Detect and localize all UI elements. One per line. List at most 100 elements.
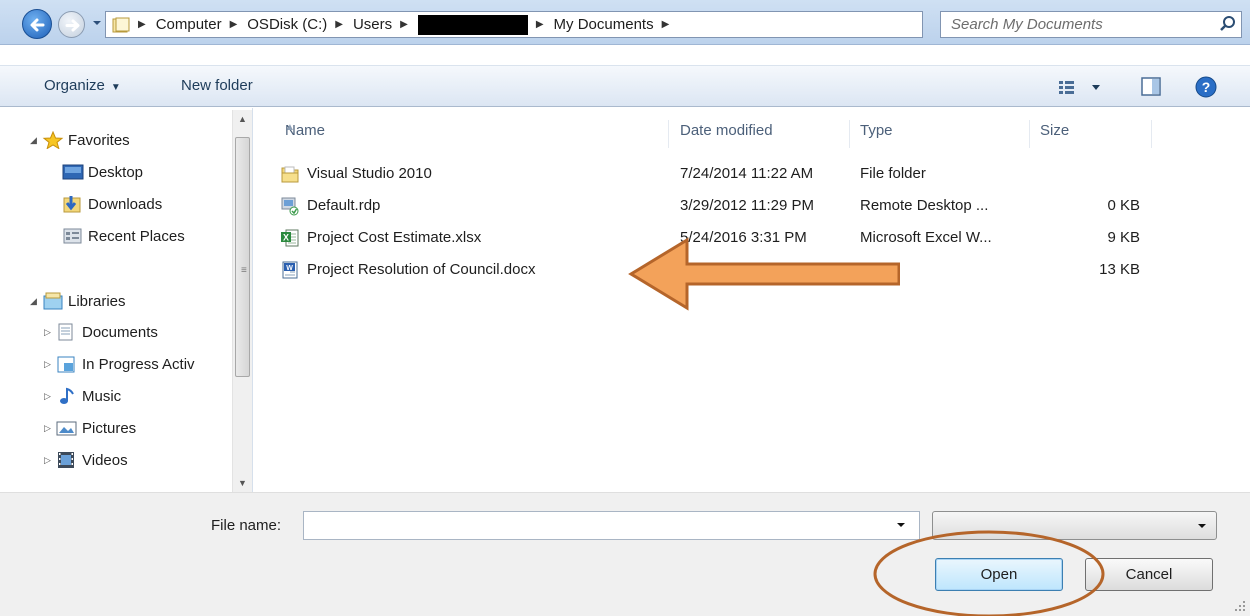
expand-triangle-icon[interactable]: ▷	[44, 423, 56, 434]
file-row-default-rdp[interactable]: Default.rdp 3/29/2012 11:29 PM Remote De…	[280, 193, 1240, 221]
nav-favorites[interactable]: ◢ Favorites	[30, 128, 130, 152]
back-arrow-icon	[30, 18, 45, 32]
column-header-name[interactable]: Name ▲	[277, 120, 669, 148]
nav-item-desktop[interactable]: Desktop	[62, 160, 143, 184]
collapse-triangle-icon[interactable]: ◢	[30, 135, 42, 146]
breadcrumb-separator-icon[interactable]: ▶	[230, 19, 238, 30]
search-icon[interactable]	[1218, 15, 1237, 34]
resize-grip-icon[interactable]	[1234, 600, 1246, 612]
column-header-date[interactable]: Date modified	[672, 120, 850, 148]
nav-libraries[interactable]: ◢ Libraries	[30, 289, 126, 313]
column-header-size[interactable]: Size	[1032, 120, 1152, 148]
file-name: Project Resolution of Council.docx	[307, 261, 536, 278]
organize-label: Organize	[44, 77, 105, 94]
breadcrumb-osdisk[interactable]: OSDisk (C:)	[247, 16, 327, 33]
scroll-down-icon[interactable]: ▼	[238, 478, 247, 488]
chevron-down-icon	[1198, 524, 1206, 528]
breadcrumb-users[interactable]: Users	[353, 16, 392, 33]
nav-libraries-label: Libraries	[68, 292, 126, 310]
nav-item-recent-places[interactable]: Recent Places	[62, 224, 185, 248]
nav-item-label: Pictures	[82, 419, 137, 437]
column-header-label: Date modified	[680, 122, 773, 139]
nav-item-pictures[interactable]: ▷ Pictures	[44, 416, 136, 440]
documents-library-icon	[58, 323, 73, 341]
nav-item-label: Recent Places	[88, 227, 185, 245]
file-name-input[interactable]	[303, 511, 920, 540]
nav-item-label: In Progress Activ	[82, 355, 195, 373]
expand-triangle-icon[interactable]: ▷	[44, 391, 56, 402]
column-header-type[interactable]: Type	[852, 120, 1030, 148]
nav-item-documents[interactable]: ▷ Documents	[44, 320, 158, 344]
recent-places-icon	[63, 228, 82, 244]
expand-triangle-icon[interactable]: ▷	[44, 455, 56, 466]
breadcrumb-separator-icon[interactable]: ▶	[662, 19, 670, 30]
word-file-icon: W	[282, 261, 298, 279]
expand-triangle-icon[interactable]: ▷	[44, 327, 56, 338]
search-input[interactable]: Search My Documents	[951, 16, 1103, 33]
nav-pane-scrollbar[interactable]: ▲ ≡ ▼	[232, 110, 252, 492]
svg-text:W: W	[286, 265, 293, 272]
rdp-file-icon	[281, 197, 299, 216]
forward-arrow-icon	[65, 19, 80, 32]
nav-favorites-label: Favorites	[68, 131, 130, 149]
nav-item-label: Documents	[82, 323, 158, 341]
forward-button[interactable]	[58, 11, 85, 38]
downloads-folder-icon	[63, 196, 81, 213]
new-folder-button[interactable]: New folder	[181, 77, 253, 94]
address-bar[interactable]: ▶ Computer ▶ OSDisk (C:) ▶ Users ▶ ▶ My …	[105, 11, 1023, 38]
search-box[interactable]: Search My Documents	[940, 11, 1242, 38]
scrollbar-thumb[interactable]: ≡	[235, 137, 250, 377]
libraries-icon	[43, 292, 63, 310]
address-bar-area: ▶ Computer ▶ OSDisk (C:) ▶ Users ▶ ▶ My …	[0, 0, 1250, 45]
breadcrumb-username-redacted[interactable]	[417, 14, 528, 35]
column-header-label: Size	[1040, 122, 1070, 139]
breadcrumb-separator-icon[interactable]: ▶	[335, 19, 343, 30]
pictures-icon	[56, 421, 77, 436]
nav-item-music[interactable]: ▷ Music	[44, 384, 121, 408]
organize-button[interactable]: Organize ▼	[44, 77, 121, 94]
nav-item-downloads[interactable]: Downloads	[62, 192, 162, 216]
folder-icon	[281, 166, 299, 183]
file-row-visual-studio[interactable]: Visual Studio 2010 7/24/2014 11:22 AM Fi…	[280, 161, 1240, 189]
annotation-arrow	[628, 237, 900, 311]
breadcrumb-my-documents[interactable]: My Documents	[554, 16, 654, 33]
grip-icon: ≡	[241, 265, 247, 276]
preview-pane-icon[interactable]	[1141, 77, 1161, 96]
collapse-triangle-icon[interactable]: ◢	[30, 296, 42, 307]
nav-item-label: Desktop	[88, 163, 144, 181]
file-size: 9 KB	[1107, 229, 1140, 246]
file-type: File folder	[860, 165, 926, 182]
breadcrumb-separator-icon[interactable]: ▶	[400, 19, 408, 30]
navigation-pane: ◢ Favorites Desktop Downloads Recent Pla…	[0, 108, 253, 493]
svg-text:?: ?	[1202, 79, 1211, 95]
breadcrumb-separator-icon[interactable]: ▶	[536, 19, 544, 30]
change-view-icon[interactable]	[1056, 76, 1116, 98]
sort-ascending-icon: ▲	[285, 122, 295, 133]
star-icon	[42, 131, 64, 149]
annotation-circle	[873, 530, 1105, 616]
file-date: 7/24/2014 11:22 AM	[680, 165, 814, 182]
command-bar: Organize ▼ New folder ?	[0, 65, 1250, 107]
nav-item-videos[interactable]: ▷ Videos	[44, 448, 128, 472]
file-type: Remote Desktop ...	[860, 197, 989, 214]
file-name-label: File name:	[211, 517, 282, 534]
excel-file-icon: X	[281, 229, 299, 247]
nav-item-label: Music	[82, 387, 122, 405]
breadcrumb-computer[interactable]: Computer	[156, 16, 222, 33]
file-size: 0 KB	[1107, 197, 1140, 214]
file-name: Project Cost Estimate.xlsx	[307, 229, 482, 246]
scroll-up-icon[interactable]: ▲	[238, 114, 247, 124]
help-icon[interactable]: ?	[1195, 76, 1217, 98]
chevron-down-icon: ▼	[110, 82, 121, 93]
file-date: 3/29/2012 11:29 PM	[680, 197, 814, 214]
videos-icon	[58, 452, 74, 468]
expand-triangle-icon[interactable]: ▷	[44, 359, 56, 370]
back-button[interactable]	[22, 9, 52, 39]
nav-item-in-progress[interactable]: ▷ In Progress Activ	[44, 352, 195, 376]
file-size: 13 KB	[1099, 261, 1140, 278]
file-name: Default.rdp	[307, 197, 381, 214]
recent-pages-dropdown-icon[interactable]	[90, 13, 104, 33]
folder-icon	[112, 17, 130, 32]
nav-item-label: Videos	[82, 451, 128, 469]
music-icon	[60, 387, 74, 404]
